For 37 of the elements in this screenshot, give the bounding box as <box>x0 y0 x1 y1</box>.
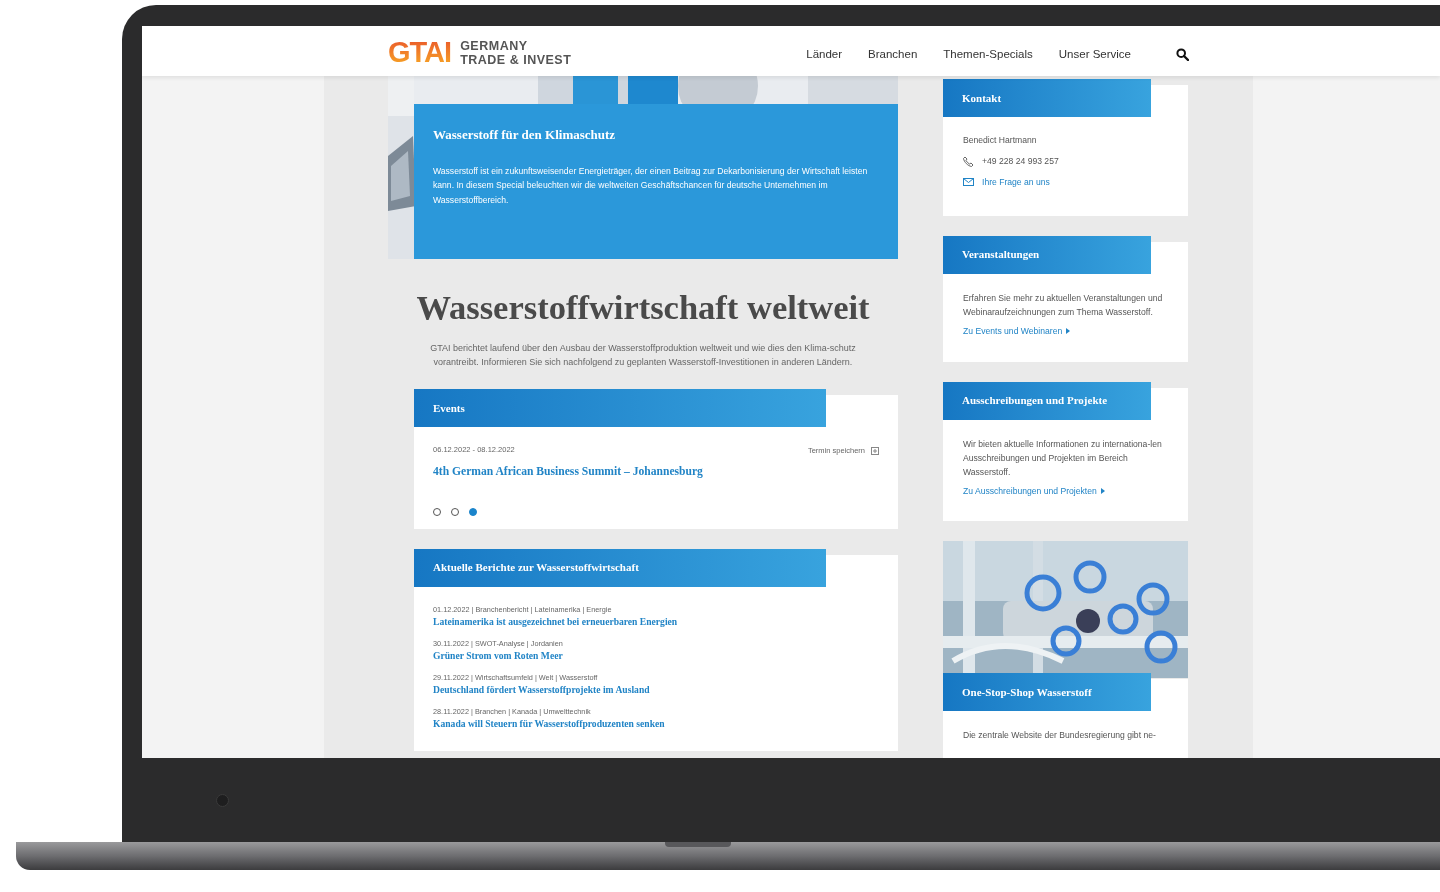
camera-lens <box>216 793 229 807</box>
nav-link[interactable]: Länder <box>806 46 843 64</box>
brand-name: TRADE & INVEST <box>460 52 572 67</box>
search-button[interactable] <box>1176 48 1190 62</box>
nav-link[interactable]: Branchen <box>868 46 918 64</box>
contact-name: Benedict Hartmann <box>963 134 1038 147</box>
hero-text: Wasserstoff ist ein zukunftsweisender Energieträger, der einen Beitrag zur Dekarbonisierung der Wirtschaft leisten kann. In diesem Special beleuchten wir die weltweiten Geschäftschancen für deutsche Unternehmen im Wasserstoffbereich. <box>433 164 869 207</box>
box-link[interactable]: Zu Ausschreibungen und Projekten <box>963 484 1168 498</box>
caret-icon <box>1100 488 1105 494</box>
nav-link[interactable]: Unser Service <box>1058 46 1131 64</box>
brand-name: GERMANY <box>460 38 529 53</box>
mail-icon <box>963 178 974 187</box>
intro-text: GTAI berichtet laufend über den Ausbau der Wasserstoffproduktion weltweit und wie dies den Klima-schutz vorantreibt. Informieren Sie sich nachfolgend zu geplanten Wasserstoff-Investitionen in anderen Ländern. <box>429 342 857 369</box>
box-text: Die zentrale Website der Bundesregierung gibt ne- <box>963 729 1157 743</box>
phone-number: +49 228 24 993 257 <box>982 154 1059 168</box>
box-text: Erfahren Sie mehr zu aktuellen Veranstaltungen und Webinaraufzeichnungen zum Thema Wasserstoff. <box>963 291 1164 319</box>
report-link[interactable]: Lateinamerika ist ausgezeichnet bei erneuerbaren Energien <box>433 614 879 629</box>
box-text: Wir bieten aktuelle Informationen zu internationa-len Ausschreibungen und Projekten im Bereich Wasserstoff. <box>963 437 1163 479</box>
report-link[interactable]: Kanada will Steuern für Wasserstoffproduzenten senken <box>433 716 879 731</box>
card-header: Aktuelle Berichte zur Wasserstoffwirtschaft <box>414 548 826 587</box>
add-icon <box>871 446 879 455</box>
search-icon <box>1176 48 1189 61</box>
event-link[interactable]: 4th German African Business Summit – Johannesburg <box>433 463 703 481</box>
card-header: Ausschreibungen und Projekte <box>943 381 1151 420</box>
card-header: Events <box>414 389 826 427</box>
hero-title: Wasserstoff für den Klimaschutz <box>433 126 617 144</box>
contact-link[interactable]: Ihre Frage an uns <box>963 175 1168 189</box>
report-link[interactable]: Deutschland fördert Wasserstoffprojekte im Ausland <box>433 682 879 697</box>
caret-icon <box>1066 328 1071 335</box>
phone-icon <box>963 155 974 167</box>
nav-link[interactable]: Themen-Specials <box>943 46 1033 64</box>
page-heading: Wasserstoffwirtschaft weltweit <box>415 287 871 327</box>
card-header: Kontakt <box>943 79 1151 117</box>
box-link[interactable]: Zu Events und Webinaren <box>963 324 1168 338</box>
card-header: Veranstaltungen <box>943 235 1151 274</box>
report-link[interactable]: Grüner Strom vom Roten Meer <box>433 648 879 663</box>
card-header: One-Stop-Shop Wasserstoff <box>943 673 1151 712</box>
